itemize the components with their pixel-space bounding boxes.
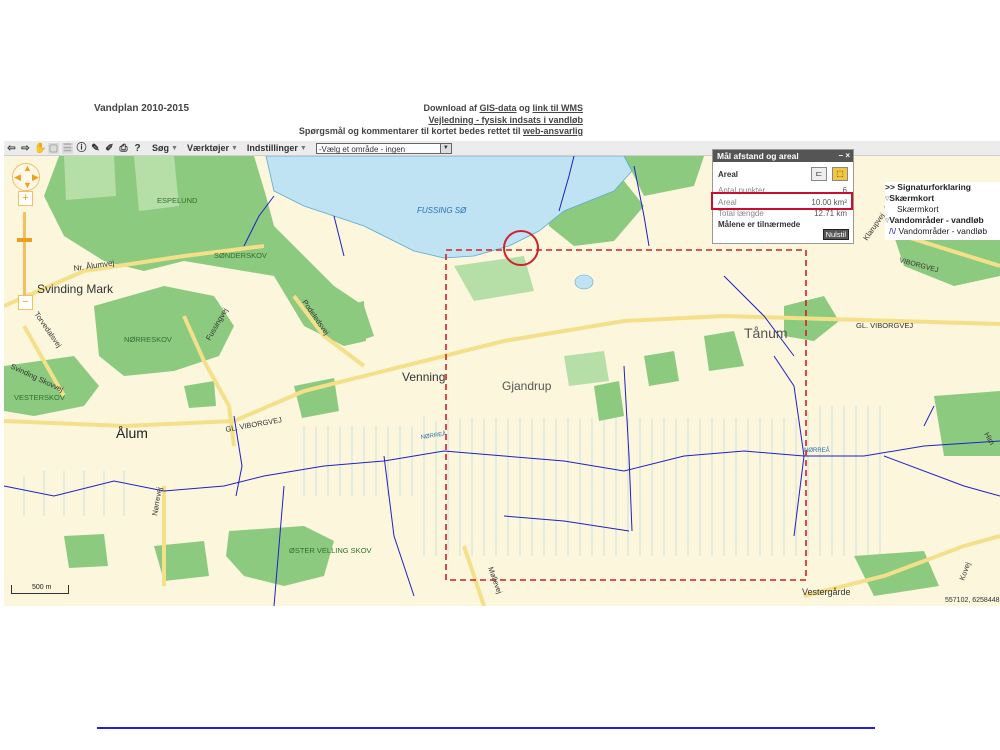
label-vesterskov: VESTERSKOV [14,393,65,402]
measure-area-tool[interactable]: ⬚ [832,167,848,181]
help-icon[interactable]: ? [132,143,143,154]
zoom-in-button[interactable]: + [18,191,33,206]
web-admin-link[interactable]: web-ansvarlig [523,126,583,136]
pan-up-icon[interactable]: ▲ [23,163,32,173]
label-gl-viborgvej-e: GL. VIBORGVEJ [856,321,913,330]
pan-right-icon[interactable]: ▶ [32,172,39,183]
download-and: og [516,103,533,113]
scale-label: 500 m [32,584,52,591]
zoom-control: ▲ ▼ ◀ ▶ + − [11,162,40,312]
pan-down-icon[interactable]: ▼ [23,180,32,190]
legend-group-vandomrader[interactable]: ▿Vandområder - vandløb [885,215,1000,226]
download-line: Download af GIS-data og link til WMS [280,103,583,115]
legend-panel: >> Signaturforklaring ▿Skærmkort Skærmko… [885,182,1000,240]
bottom-divider [97,727,875,729]
list-icon[interactable]: ☰ [62,142,73,154]
label-alum: Ålum [116,425,148,441]
menu-settings-label: Indstillinger [246,143,298,153]
label-sonderskov: SØNDERSKOV [214,251,267,260]
gis-data-link[interactable]: GIS-data [479,103,516,113]
label-espelund: ESPELUND [157,196,198,205]
guide-link[interactable]: Vejledning - fysisk indsats i vandløb [428,115,583,125]
coordinate-readout: 557102, 6258448 [945,597,1000,604]
zoom-box-icon[interactable]: ▢ [48,142,59,154]
label-lake: FUSSING SØ [417,206,467,215]
chevron-down-icon: ▼ [230,144,238,152]
legend-item2-label: Vandområder - vandløb [898,226,988,236]
pan-left-icon[interactable]: ◀ [14,172,21,183]
menu-search-label: Søg [152,143,169,153]
pan-hand-icon[interactable]: ✋ [34,143,46,154]
chevron-down-icon: ▼ [299,144,307,152]
measure-mode: Areal [718,170,739,179]
download-text: Download af [423,103,480,113]
close-icon[interactable]: – × [839,150,850,162]
forward-arrow-icon[interactable]: ⇨ [20,143,31,154]
label-vestergarde: Vestergårde [802,587,851,597]
area-highlight-box [711,192,853,210]
menu-settings[interactable]: Indstillinger ▼ [247,143,307,153]
legend-item-skaermkort: Skærmkort [897,204,939,214]
label-tanum: Tånum [744,325,788,341]
print-icon[interactable]: ⎙ [118,143,129,154]
label-svinding-mark: Svinding Mark [37,282,114,296]
measure-panel-header: Mål afstand og areal – × [713,150,853,162]
menu-tools-label: Værktøjer [186,143,229,153]
label-oster-velling: ØSTER VELLING SKOV [289,546,372,555]
zoom-slider[interactable] [23,212,26,300]
scale-bar: 500 m [11,584,69,594]
length-label: Total længde [718,209,764,218]
legend-group-skaermkort[interactable]: ▿Skærmkort [885,193,1000,204]
measure-panel-title: Mål afstand og areal [717,151,799,161]
wms-link[interactable]: link til WMS [533,103,584,113]
menu-tools[interactable]: Værktøjer ▼ [187,143,238,153]
approx-note: Målene er tilnærmede [718,220,801,229]
pen-icon[interactable]: ✎ [90,143,101,154]
measure-icon[interactable]: ✐ [104,143,115,154]
label-venning: Venning [402,370,445,384]
label-norre-aa-e: NØRREÅ [804,447,830,454]
stream-symbol-icon: /\/ [889,226,897,236]
legend-item-vandomrader: /\/ Vandområder - vandløb [885,226,1000,237]
chevron-down-icon: ▼ [171,144,178,152]
app-title: Vandplan 2010-2015 [94,103,190,114]
back-arrow-icon[interactable]: ⇦ [6,143,17,154]
zoom-slider-handle[interactable] [17,238,32,242]
label-norreskov: NØRRESKOV [124,335,172,344]
feedback-text: Spørgsmål og kommentarer til kortet bede… [298,126,523,136]
reset-button[interactable]: Nulstil [822,229,849,240]
chevron-down-icon: ▼ [439,143,451,153]
label-gjandrup: Gjandrup [502,379,552,393]
length-value: 12.71 km [814,209,847,218]
info-icon[interactable]: ⓘ [76,143,87,154]
pan-compass[interactable]: ▲ ▼ ◀ ▶ [12,163,40,191]
legend-group1-label: Skærmkort [889,193,935,203]
measure-line-tool[interactable]: ⊏ [811,167,827,181]
header-links: Download af GIS-data og link til WMS Vej… [280,103,583,138]
menu-search[interactable]: Søg ▼ [152,143,178,153]
area-select[interactable]: -Vælg et område - ingen ▼ [315,142,452,154]
zoom-out-button[interactable]: − [18,295,33,310]
small-pond [574,274,594,290]
legend-group2-label: Vandområder - vandløb [889,215,984,225]
area-select-value: -Vælg et område - ingen [318,144,406,154]
legend-title[interactable]: >> Signaturforklaring [885,182,1000,193]
